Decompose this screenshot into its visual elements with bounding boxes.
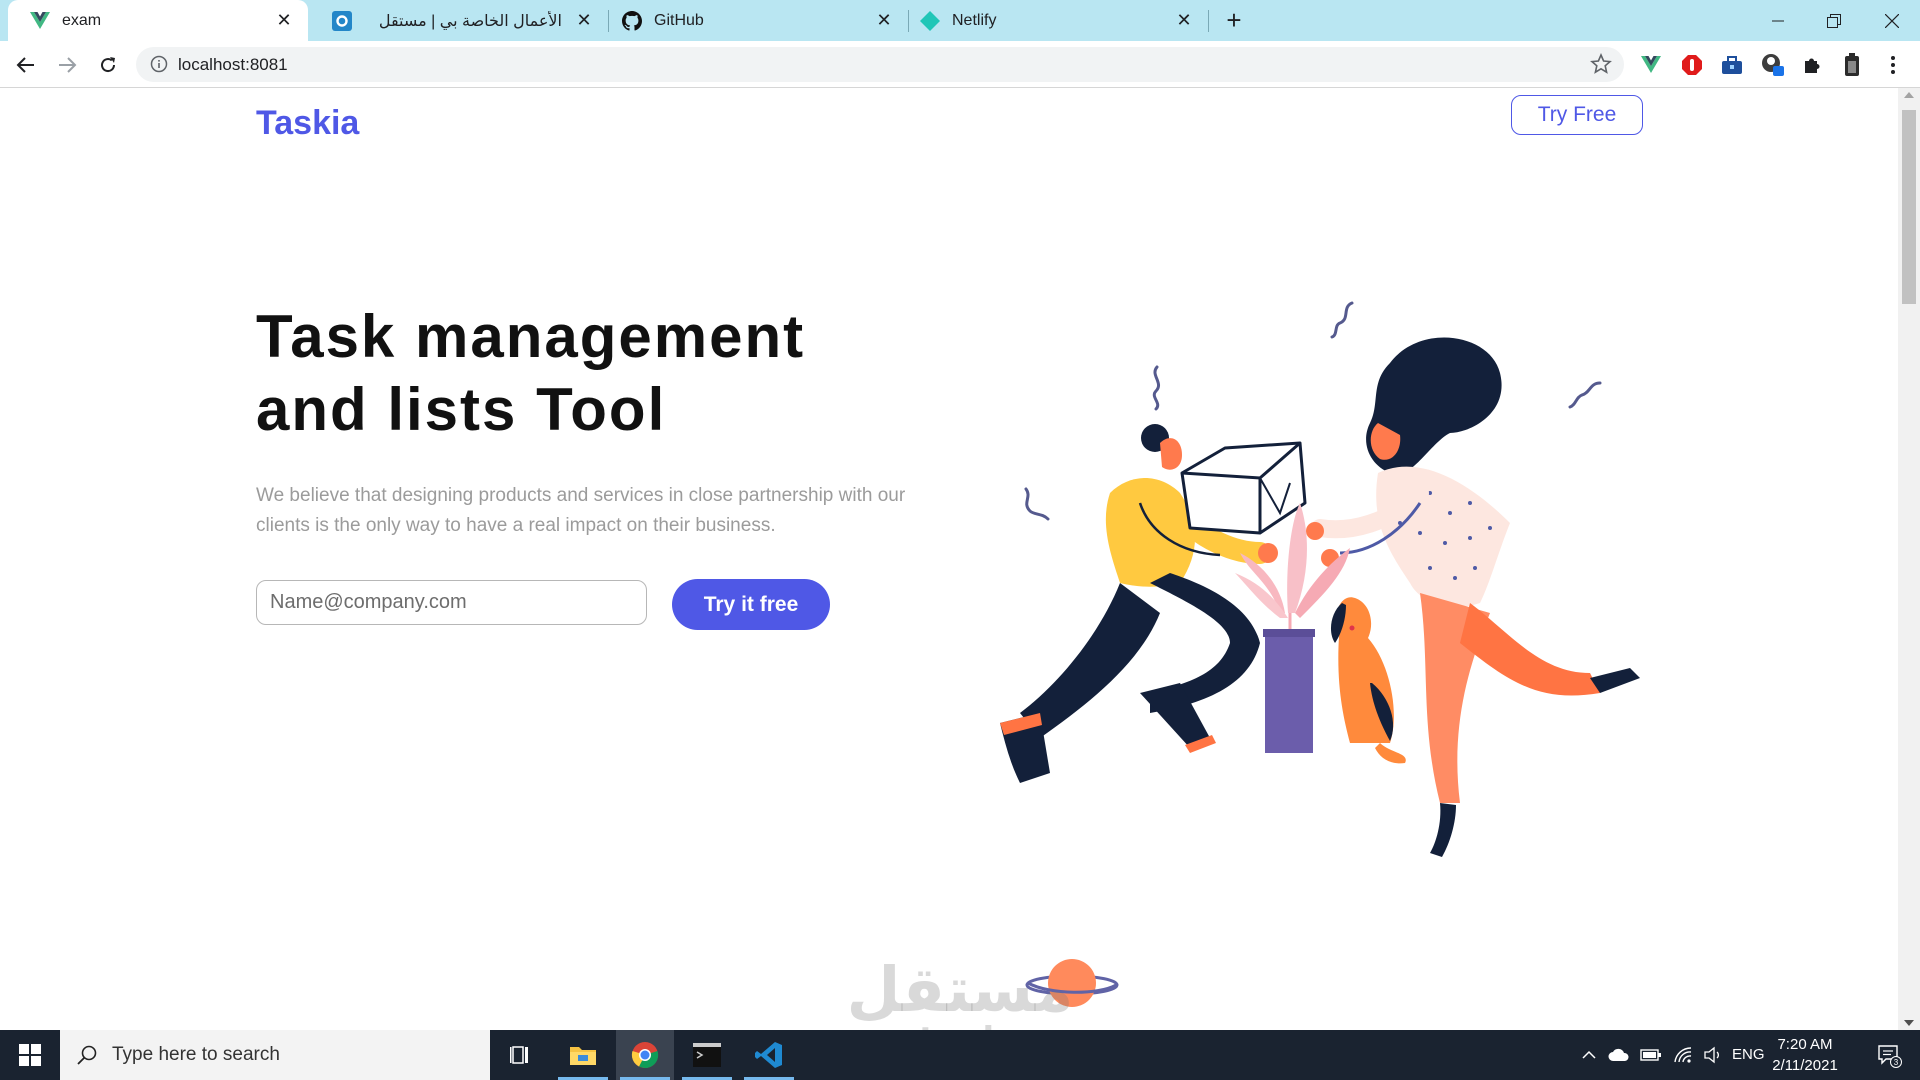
vscode-taskbar-icon[interactable] xyxy=(740,1030,798,1080)
tab-mostaql[interactable]: الأعمال الخاصة بي | مستقل ✕ xyxy=(310,0,608,41)
close-tab-icon[interactable]: ✕ xyxy=(572,9,596,33)
notification-count: 3 xyxy=(1894,1058,1899,1067)
system-clock[interactable]: 7:20 AM 2/11/2021 xyxy=(1760,1034,1850,1076)
page-scrollbar[interactable] xyxy=(1898,88,1920,1030)
try-free-button[interactable]: Try Free xyxy=(1511,95,1643,135)
url-text: localhost:8081 xyxy=(178,55,288,74)
vue-devtools-extension-icon[interactable] xyxy=(1638,52,1664,78)
clock-time: 7:20 AM xyxy=(1777,1036,1833,1053)
new-tab-icon[interactable]: + xyxy=(1220,7,1248,35)
browser-tab-strip: exam ✕ الأعمال الخاصة بي | مستقل ✕ GitHu… xyxy=(0,0,1920,41)
onedrive-icon[interactable] xyxy=(1606,1030,1632,1080)
windows-start-icon[interactable] xyxy=(0,1030,60,1080)
back-icon[interactable] xyxy=(10,49,42,81)
site-logo[interactable]: Taskia xyxy=(256,104,359,143)
profile-extension-icon[interactable] xyxy=(1760,52,1786,78)
battery-extension-icon[interactable] xyxy=(1839,52,1865,78)
scroll-down-arrow-icon[interactable] xyxy=(1904,1020,1914,1026)
tab-netlify[interactable]: Netlify ✕ xyxy=(910,0,1208,41)
vue-icon xyxy=(30,11,50,31)
close-tab-icon[interactable]: ✕ xyxy=(272,9,296,33)
extensions-puzzle-icon[interactable] xyxy=(1799,52,1825,78)
windows-taskbar: Type here to search ENG 7:20 AM 2/11/202… xyxy=(0,1030,1920,1080)
netlify-icon xyxy=(920,10,940,31)
forward-icon[interactable] xyxy=(51,49,83,81)
tray-overflow-chevron-icon[interactable] xyxy=(1578,1030,1600,1080)
page-viewport: Taskia Try Free Task management and list… xyxy=(0,88,1898,1030)
terminal-taskbar-icon[interactable] xyxy=(678,1030,736,1080)
mostaql-watermark: مستقل mostaql.com xyxy=(840,953,1086,1031)
watermark-arabic: مستقل xyxy=(846,953,1074,1026)
scroll-up-arrow-icon[interactable] xyxy=(1904,92,1914,98)
address-bar[interactable]: localhost:8081 xyxy=(136,47,1624,82)
github-icon xyxy=(622,10,642,31)
tab-title: GitHub xyxy=(654,11,704,29)
taskbar-search-box[interactable]: Type here to search xyxy=(60,1030,490,1080)
tab-title: exam xyxy=(62,11,102,29)
taskbar-search-placeholder: Type here to search xyxy=(112,1044,280,1065)
clock-date: 2/11/2021 xyxy=(1772,1057,1838,1074)
info-icon[interactable] xyxy=(150,55,168,73)
close-tab-icon[interactable]: ✕ xyxy=(872,9,896,33)
tab-github[interactable]: GitHub ✕ xyxy=(610,0,908,41)
hero-description: We believe that designing products and s… xyxy=(256,485,906,536)
try-it-free-button[interactable]: Try it free xyxy=(672,579,830,630)
tab-title: Netlify xyxy=(952,11,997,29)
toolbox-extension-icon[interactable] xyxy=(1719,52,1745,78)
tab-title: الأعمال الخاصة بي | مستقل xyxy=(378,12,562,30)
hero-illustration xyxy=(1000,301,1640,1007)
search-icon xyxy=(76,1044,98,1066)
mostaql-icon xyxy=(332,10,352,31)
restore-icon[interactable] xyxy=(1806,0,1862,41)
hero-title: Task management and lists Tool xyxy=(256,303,806,443)
minimize-icon[interactable] xyxy=(1750,0,1806,41)
menu-kebab-icon[interactable] xyxy=(1880,52,1906,78)
battery-icon[interactable] xyxy=(1638,1030,1664,1080)
close-window-icon[interactable] xyxy=(1864,0,1920,41)
browser-toolbar: localhost:8081 xyxy=(0,41,1920,88)
tab-exam[interactable]: exam ✕ xyxy=(8,0,308,41)
email-input[interactable] xyxy=(256,580,647,625)
volume-icon[interactable] xyxy=(1700,1030,1726,1080)
bookmark-star-icon[interactable] xyxy=(1590,52,1612,75)
adblock-extension-icon[interactable] xyxy=(1679,52,1705,78)
scrollbar-thumb[interactable] xyxy=(1902,110,1916,304)
watermark-latin: mostaql.com xyxy=(840,1022,1086,1030)
wifi-icon[interactable] xyxy=(1670,1030,1696,1080)
close-tab-icon[interactable]: ✕ xyxy=(1172,9,1196,33)
task-view-icon[interactable] xyxy=(492,1030,550,1080)
chrome-taskbar-icon[interactable] xyxy=(616,1030,674,1080)
file-explorer-icon[interactable] xyxy=(554,1030,612,1080)
reload-icon[interactable] xyxy=(92,49,124,81)
notification-center-icon[interactable]: 3 xyxy=(1864,1030,1914,1080)
